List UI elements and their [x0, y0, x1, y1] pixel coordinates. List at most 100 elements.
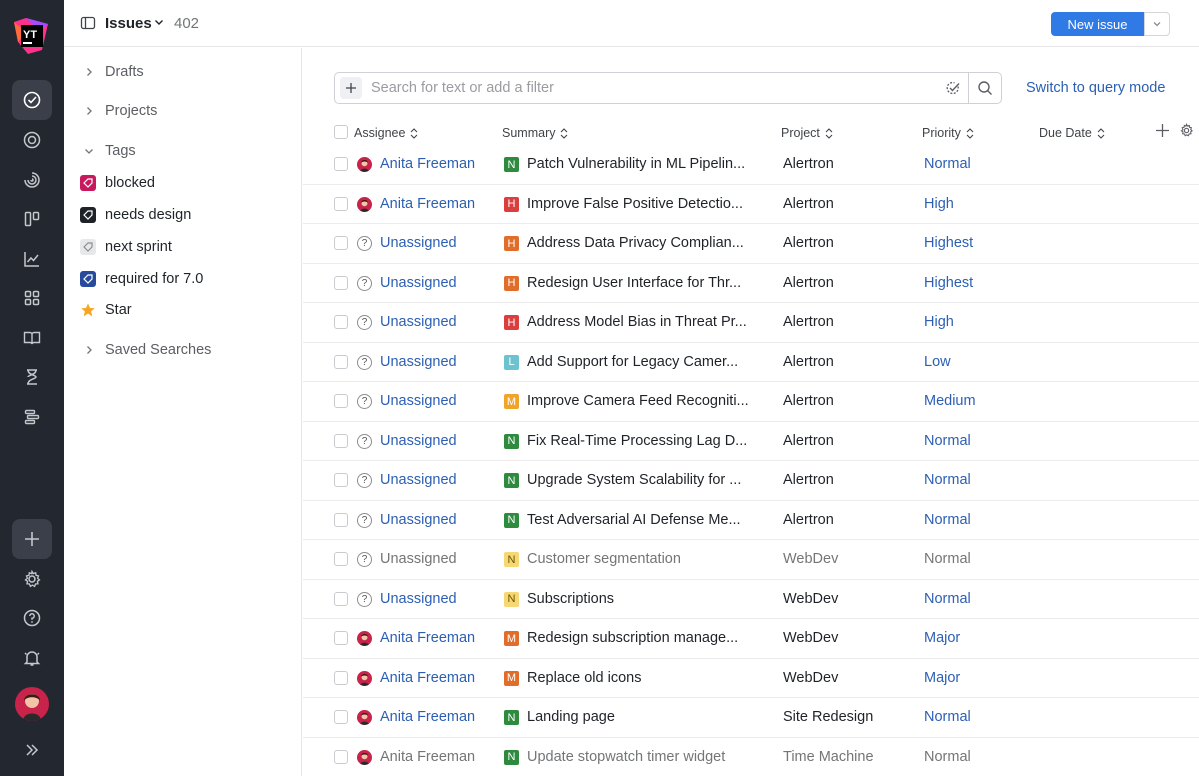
project-name[interactable]: Alertron: [783, 354, 834, 370]
row-checkbox[interactable]: [334, 275, 348, 290]
row-checkbox[interactable]: [334, 315, 348, 329]
row-checkbox[interactable]: [334, 236, 348, 250]
issue-summary-link[interactable]: Subscriptions: [527, 591, 614, 607]
priority-value[interactable]: Low: [924, 354, 951, 370]
priority-value[interactable]: Normal: [924, 512, 971, 528]
rail-helpdesk-button[interactable]: [12, 120, 52, 160]
rail-notifications-button[interactable]: [12, 638, 52, 678]
rail-expand-button[interactable]: [12, 730, 52, 770]
table-row[interactable]: ? Unassigned N Customer segmentation WebDev N…: [303, 540, 1199, 580]
column-header-assignee[interactable]: Assignee: [354, 126, 418, 140]
page-title[interactable]: Issues: [105, 15, 152, 32]
user-avatar[interactable]: [15, 687, 49, 721]
issue-summary-link[interactable]: Add Support for Legacy Camer...: [527, 354, 738, 370]
assignee-link[interactable]: Anita Freeman: [380, 156, 475, 172]
issue-summary-link[interactable]: Replace old icons: [527, 670, 641, 686]
project-name[interactable]: Alertron: [783, 512, 834, 528]
project-name[interactable]: Alertron: [783, 393, 834, 409]
assignee-link[interactable]: Unassigned: [380, 314, 457, 330]
issue-summary-link[interactable]: Address Model Bias in Threat Pr...: [527, 314, 747, 330]
issue-summary-link[interactable]: Landing page: [527, 709, 615, 725]
priority-value[interactable]: Normal: [924, 749, 971, 765]
issue-summary-link[interactable]: Patch Vulnerability in ML Pipelin...: [527, 156, 745, 172]
priority-value[interactable]: Highest: [924, 275, 973, 291]
assignee-link[interactable]: Anita Freeman: [380, 670, 475, 686]
assignee-link[interactable]: Unassigned: [380, 551, 457, 567]
issue-summary-link[interactable]: Improve Camera Feed Recogniti...: [527, 393, 749, 409]
gear-icon[interactable]: [1179, 123, 1194, 138]
priority-value[interactable]: Normal: [924, 709, 971, 725]
project-name[interactable]: Alertron: [783, 433, 834, 449]
issue-summary-link[interactable]: Customer segmentation: [527, 551, 681, 567]
table-row[interactable]: ? Unassigned N Test Adversarial AI Defense …: [303, 501, 1199, 540]
priority-value[interactable]: High: [924, 314, 954, 330]
table-row[interactable]: ? Unassigned L Add Support for Legacy Camer…: [303, 343, 1199, 382]
add-filter-button[interactable]: [340, 77, 362, 99]
issue-summary-link[interactable]: Update stopwatch timer widget: [527, 749, 725, 765]
project-name[interactable]: Alertron: [783, 196, 834, 212]
assignee-link[interactable]: Anita Freeman: [380, 709, 475, 725]
rail-time-tracking-button[interactable]: [12, 357, 52, 397]
rail-reports-button[interactable]: [12, 239, 52, 279]
priority-value[interactable]: Medium: [924, 393, 976, 409]
issue-summary-link[interactable]: Redesign User Interface for Thr...: [527, 275, 741, 291]
assignee-link[interactable]: Unassigned: [380, 591, 457, 607]
row-checkbox[interactable]: [334, 157, 348, 171]
table-row[interactable]: Anita Freeman M Redesign subscription mana…: [303, 619, 1199, 659]
sidebar-item-tags[interactable]: Tags: [64, 139, 302, 163]
rail-knowledge-base-button[interactable]: [12, 318, 52, 358]
assignee-link[interactable]: Unassigned: [380, 472, 457, 488]
row-checkbox[interactable]: [334, 473, 348, 487]
priority-value[interactable]: Normal: [924, 551, 971, 567]
issue-summary-link[interactable]: Improve False Positive Detectio...: [527, 196, 743, 212]
rail-timesheets-button[interactable]: [12, 160, 52, 200]
project-name[interactable]: WebDev: [783, 630, 838, 646]
toggle-sidebar-icon[interactable]: [80, 15, 96, 31]
sidebar-tag-blocked[interactable]: blocked: [64, 171, 302, 195]
table-row[interactable]: ? Unassigned M Improve Camera Feed Recognit…: [303, 382, 1199, 422]
table-row[interactable]: ? Unassigned N Fix Real-Time Processing Lag…: [303, 422, 1199, 461]
search-icon[interactable]: [977, 80, 993, 96]
table-row[interactable]: Anita Freeman M Replace old icons WebDev Maj…: [303, 659, 1199, 698]
row-checkbox[interactable]: [334, 591, 348, 606]
rail-agile-boards-button[interactable]: [12, 199, 52, 239]
chevron-down-icon[interactable]: [153, 16, 165, 28]
rail-gantt-button[interactable]: [12, 397, 52, 437]
assignee-link[interactable]: Anita Freeman: [380, 630, 475, 646]
issue-summary-link[interactable]: Upgrade System Scalability for ...: [527, 472, 741, 488]
priority-value[interactable]: High: [924, 196, 954, 212]
assignee-link[interactable]: Unassigned: [380, 275, 457, 291]
project-name[interactable]: WebDev: [783, 551, 838, 567]
priority-value[interactable]: Normal: [924, 591, 971, 607]
project-name[interactable]: Time Machine: [783, 749, 874, 765]
add-column-icon[interactable]: [1155, 123, 1170, 138]
table-row[interactable]: Anita Freeman H Improve False Positive Det…: [303, 185, 1199, 224]
issue-summary-link[interactable]: Test Adversarial AI Defense Me...: [527, 512, 741, 528]
priority-value[interactable]: Major: [924, 630, 960, 646]
assignee-link[interactable]: Unassigned: [380, 512, 457, 528]
priority-value[interactable]: Normal: [924, 433, 971, 449]
table-row[interactable]: Anita Freeman N Landing page Site Redesign N…: [303, 698, 1199, 738]
issue-summary-link[interactable]: Redesign subscription manage...: [527, 630, 738, 646]
sidebar-tag-next-sprint[interactable]: next sprint: [64, 235, 302, 259]
issue-summary-link[interactable]: Address Data Privacy Complian...: [527, 235, 744, 251]
search-input[interactable]: [371, 79, 931, 97]
table-row[interactable]: ? Unassigned H Address Data Privacy Complia…: [303, 224, 1199, 264]
assignee-link[interactable]: Anita Freeman: [380, 196, 475, 212]
project-name[interactable]: Alertron: [783, 235, 834, 251]
switch-query-mode-link[interactable]: Switch to query mode: [1026, 80, 1165, 96]
select-all-checkbox[interactable]: [334, 125, 348, 139]
project-name[interactable]: Alertron: [783, 472, 834, 488]
check-filter-icon[interactable]: [945, 80, 961, 96]
sidebar-item-projects[interactable]: Projects: [64, 99, 302, 123]
priority-value[interactable]: Normal: [924, 472, 971, 488]
column-header-project[interactable]: Project: [781, 126, 833, 140]
table-row[interactable]: ? Unassigned H Redesign User Interface for …: [303, 264, 1199, 303]
new-issue-dropdown-button[interactable]: [1144, 12, 1170, 36]
priority-value[interactable]: Major: [924, 670, 960, 686]
table-row[interactable]: Anita Freeman N Update stopwatch timer wid…: [303, 738, 1199, 776]
rail-dashboards-button[interactable]: [12, 278, 52, 318]
row-checkbox[interactable]: [334, 354, 348, 369]
row-checkbox[interactable]: [334, 710, 348, 724]
column-header-priority[interactable]: Priority: [922, 126, 974, 140]
